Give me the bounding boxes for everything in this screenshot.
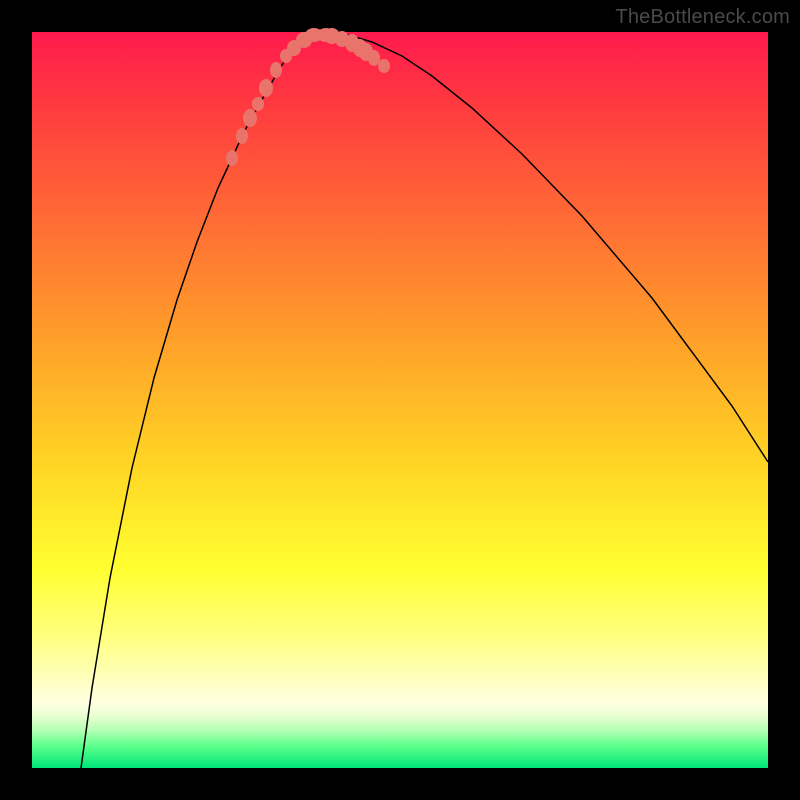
watermark-text: TheBottleneck.com bbox=[615, 6, 790, 29]
highlight-dot bbox=[243, 109, 257, 127]
highlight-dot bbox=[226, 150, 238, 166]
highlight-dot bbox=[236, 128, 248, 144]
highlight-dot bbox=[378, 59, 390, 73]
bottleneck-curve bbox=[81, 35, 768, 768]
highlight-dot bbox=[270, 62, 282, 78]
highlight-dots bbox=[226, 28, 390, 166]
highlight-dot bbox=[259, 79, 273, 97]
highlight-dot bbox=[368, 50, 380, 66]
chart-svg bbox=[32, 32, 768, 768]
highlight-dot bbox=[252, 97, 264, 111]
chart-plot-area bbox=[32, 32, 768, 768]
